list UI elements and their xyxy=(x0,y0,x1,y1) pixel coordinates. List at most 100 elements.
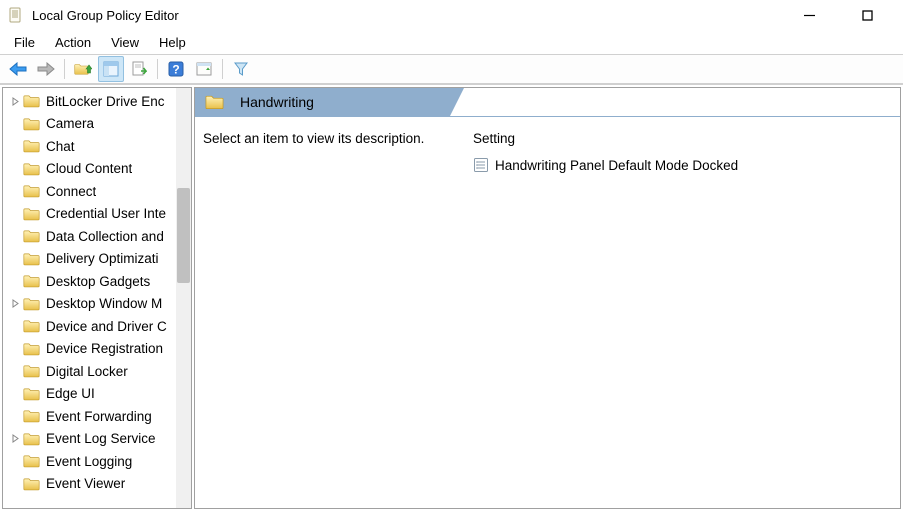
menu-action[interactable]: Action xyxy=(45,32,101,53)
tree-item[interactable]: Desktop Window M xyxy=(3,293,191,316)
tree-item-label: Delivery Optimizati xyxy=(46,251,159,266)
tree-item[interactable]: Chat xyxy=(3,135,191,158)
tree-item[interactable]: Digital Locker xyxy=(3,360,191,383)
folder-icon xyxy=(23,477,40,491)
tree-item[interactable]: Data Collection and xyxy=(3,225,191,248)
folder-icon xyxy=(23,207,40,221)
back-button[interactable] xyxy=(5,56,31,82)
tree-item[interactable]: Camera xyxy=(3,113,191,136)
tree-item-label: Cloud Content xyxy=(46,161,132,176)
folder-icon xyxy=(23,162,40,176)
tree-item[interactable]: Connect xyxy=(3,180,191,203)
folder-icon xyxy=(23,342,40,356)
expand-icon xyxy=(9,365,21,377)
expand-icon xyxy=(9,253,21,265)
toolbar-separator xyxy=(157,59,158,79)
properties-button[interactable] xyxy=(191,56,217,82)
tree-item[interactable]: Desktop Gadgets xyxy=(3,270,191,293)
menu-view[interactable]: View xyxy=(101,32,149,53)
maximize-button[interactable] xyxy=(849,3,885,27)
tree-scrollbar[interactable] xyxy=(176,88,191,508)
content-area: BitLocker Drive Enc Camera Chat Cloud Conte… xyxy=(0,84,903,509)
window-controls xyxy=(791,3,895,27)
folder-icon xyxy=(23,117,40,131)
folder-icon xyxy=(23,432,40,446)
menu-help[interactable]: Help xyxy=(149,32,196,53)
tree-item-label: Desktop Window M xyxy=(46,296,162,311)
tree-item-label: Event Forwarding xyxy=(46,409,152,424)
expand-icon xyxy=(9,343,21,355)
show-hide-tree-button[interactable] xyxy=(98,56,124,82)
setting-row[interactable]: Handwriting Panel Default Mode Docked xyxy=(473,154,892,176)
tree-item[interactable]: Device Registration xyxy=(3,338,191,361)
tree-item[interactable]: Event Log Service xyxy=(3,428,191,451)
detail-list: Setting Handwriting Panel Default Mode D… xyxy=(473,131,892,176)
tree-item-label: BitLocker Drive Enc xyxy=(46,94,165,109)
export-button[interactable] xyxy=(126,56,152,82)
tree-item-label: Credential User Inte xyxy=(46,206,166,221)
tree-item[interactable]: Event Logging xyxy=(3,450,191,473)
tree-item[interactable]: Edge UI xyxy=(3,383,191,406)
tree-item-label: Edge UI xyxy=(46,386,95,401)
detail-description: Select an item to view its description. xyxy=(203,131,453,176)
tree-item[interactable]: Event Viewer xyxy=(3,473,191,496)
tree-item-label: Device Registration xyxy=(46,341,163,356)
toolbar-separator xyxy=(64,59,65,79)
expand-icon[interactable] xyxy=(9,433,21,445)
detail-body: Select an item to view its description. … xyxy=(195,117,900,184)
tree-item[interactable]: BitLocker Drive Enc xyxy=(3,90,191,113)
column-header-setting[interactable]: Setting xyxy=(473,131,892,146)
tree-list[interactable]: BitLocker Drive Enc Camera Chat Cloud Conte… xyxy=(3,88,191,508)
forward-button[interactable] xyxy=(33,56,59,82)
expand-icon xyxy=(9,163,21,175)
tree-item[interactable]: Cloud Content xyxy=(3,158,191,181)
svg-text:?: ? xyxy=(172,63,179,77)
toolbar-separator xyxy=(222,59,223,79)
folder-icon xyxy=(205,94,224,110)
folder-icon xyxy=(23,454,40,468)
tree-item-label: Camera xyxy=(46,116,94,131)
folder-icon xyxy=(23,94,40,108)
expand-icon xyxy=(9,478,21,490)
folder-icon xyxy=(23,387,40,401)
tree-scroll-thumb[interactable] xyxy=(177,188,190,283)
folder-icon xyxy=(23,319,40,333)
folder-icon xyxy=(23,229,40,243)
expand-icon xyxy=(9,455,21,467)
menu-bar: File Action View Help xyxy=(0,30,903,54)
expand-icon xyxy=(9,320,21,332)
folder-icon xyxy=(23,364,40,378)
folder-icon xyxy=(23,252,40,266)
toolbar: ? xyxy=(0,54,903,84)
expand-icon xyxy=(9,230,21,242)
expand-icon xyxy=(9,208,21,220)
tree-item-label: Desktop Gadgets xyxy=(46,274,150,289)
tree-item[interactable]: Device and Driver C xyxy=(3,315,191,338)
tree-item[interactable]: Credential User Inte xyxy=(3,203,191,226)
detail-header-title: Handwriting xyxy=(240,94,314,110)
tree-item-label: Digital Locker xyxy=(46,364,128,379)
tree-item-label: Event Viewer xyxy=(46,476,125,491)
tree-item-label: Device and Driver C xyxy=(46,319,167,334)
menu-file[interactable]: File xyxy=(4,32,45,53)
expand-icon xyxy=(9,118,21,130)
expand-icon xyxy=(9,275,21,287)
tree-item-label: Event Logging xyxy=(46,454,132,469)
help-button[interactable]: ? xyxy=(163,56,189,82)
minimize-button[interactable] xyxy=(791,3,827,27)
window-title: Local Group Policy Editor xyxy=(32,8,791,23)
tree-item[interactable]: Event Forwarding xyxy=(3,405,191,428)
folder-icon xyxy=(23,139,40,153)
tree-item[interactable]: Delivery Optimizati xyxy=(3,248,191,271)
up-button[interactable] xyxy=(70,56,96,82)
filter-button[interactable] xyxy=(228,56,254,82)
folder-icon xyxy=(23,184,40,198)
tree-item-label: Event Log Service xyxy=(46,431,156,446)
expand-icon xyxy=(9,388,21,400)
expand-icon[interactable] xyxy=(9,298,21,310)
detail-header-band: Handwriting xyxy=(195,88,450,116)
tree-item-label: Data Collection and xyxy=(46,229,164,244)
tree-item-label: Chat xyxy=(46,139,75,154)
setting-icon xyxy=(473,157,489,173)
expand-icon[interactable] xyxy=(9,95,21,107)
